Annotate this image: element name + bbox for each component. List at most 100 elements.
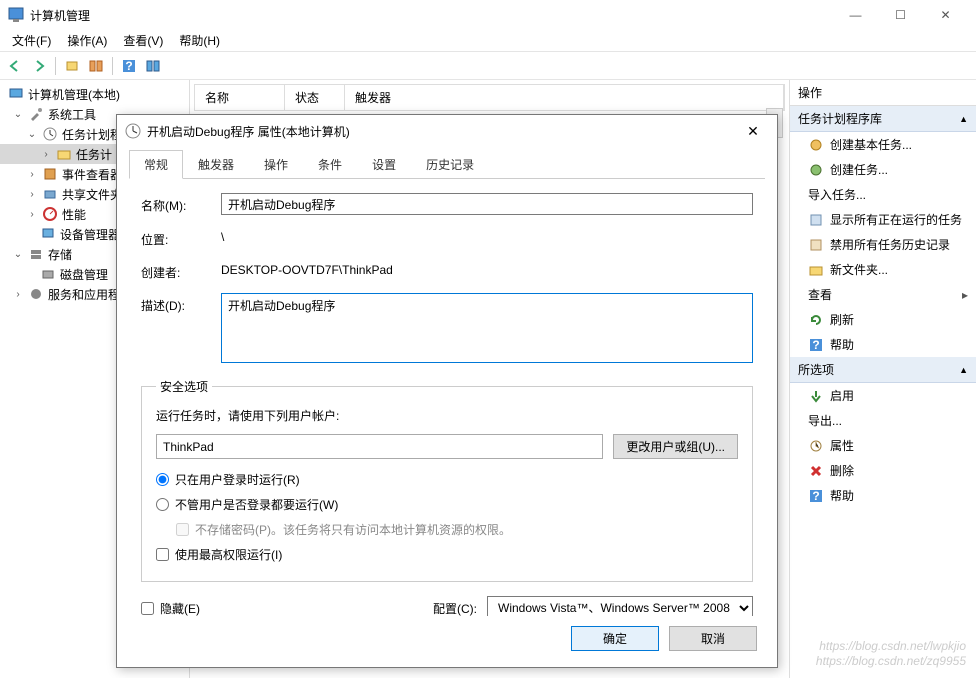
tree-root[interactable]: 计算机管理(本地) — [0, 84, 189, 104]
action-delete[interactable]: 删除 — [790, 458, 976, 483]
action-show-running[interactable]: 显示所有正在运行的任务 — [790, 207, 976, 232]
twisty-closed-icon[interactable]: › — [26, 169, 38, 180]
task-icon — [808, 137, 824, 153]
action-help-2[interactable]: ?帮助 — [790, 483, 976, 508]
services-icon — [28, 286, 44, 302]
menu-action[interactable]: 操作(A) — [59, 30, 115, 51]
tab-history[interactable]: 历史记录 — [411, 150, 489, 179]
configure-select[interactable]: Windows Vista™、Windows Server™ 2008 — [487, 596, 753, 616]
toolbar-btn-4[interactable] — [142, 55, 164, 77]
action-export[interactable]: 导出... — [790, 408, 976, 433]
toolbar-btn-1[interactable] — [61, 55, 83, 77]
label-configure: 配置(C): — [433, 600, 477, 617]
event-icon — [42, 166, 58, 182]
dialog-tabs: 常规 触发器 操作 条件 设置 历史记录 — [129, 149, 765, 179]
menu-help[interactable]: 帮助(H) — [171, 30, 228, 51]
list-header: 名称 状态 触发器 — [194, 84, 785, 111]
twisty-open-icon[interactable]: ⌄ — [26, 129, 38, 140]
action-disable-history[interactable]: 禁用所有任务历史记录 — [790, 232, 976, 257]
toolbar-forward[interactable] — [28, 55, 50, 77]
ok-button[interactable]: 确定 — [571, 626, 659, 651]
computer-icon — [8, 86, 24, 102]
chk-hidden[interactable] — [141, 602, 154, 615]
name-field[interactable] — [221, 193, 753, 215]
window-maximize[interactable]: ☐ — [878, 0, 923, 30]
security-legend: 安全选项 — [156, 378, 212, 395]
twisty-closed-icon[interactable]: › — [12, 289, 24, 300]
toolbar: ? — [0, 52, 976, 80]
radio-loggedon-row[interactable]: 只在用户登录时运行(R) — [156, 471, 738, 488]
toolbar-separator — [112, 57, 113, 75]
col-triggers[interactable]: 触发器 — [345, 85, 784, 110]
toolbar-back[interactable] — [4, 55, 26, 77]
list-icon — [808, 212, 824, 228]
description-field[interactable] — [221, 293, 753, 363]
device-icon — [40, 226, 56, 242]
creator-value: DESKTOP-OOVTD7F\ThinkPad — [221, 260, 753, 280]
clock-icon — [125, 123, 141, 139]
twisty-open-icon[interactable]: ⌄ — [12, 109, 24, 120]
clock-icon — [42, 126, 58, 142]
radio-anytime[interactable] — [156, 498, 169, 511]
dialog-title: 开机启动Debug程序 属性(本地计算机) — [147, 123, 737, 140]
tab-actions[interactable]: 操作 — [249, 150, 303, 179]
twisty-open-icon[interactable]: ⌄ — [12, 249, 24, 260]
dialog-body: 名称(M): 位置: \ 创建者: DESKTOP-OOVTD7F\ThinkP… — [117, 179, 777, 616]
runas-user-field — [156, 434, 603, 459]
actions-group-selected[interactable]: 所选项 ▲ — [790, 357, 976, 383]
twisty-closed-icon[interactable]: › — [26, 209, 38, 220]
menu-file[interactable]: 文件(F) — [4, 30, 59, 51]
chk-nopassword — [176, 523, 189, 536]
tools-icon — [28, 106, 44, 122]
twisty-closed-icon[interactable]: › — [40, 149, 52, 160]
chk-nopassword-row: 不存储密码(P)。该任务将只有访问本地计算机资源的权限。 — [176, 521, 738, 538]
label-location: 位置: — [141, 227, 221, 248]
label-description: 描述(D): — [141, 293, 221, 314]
disk-icon — [40, 266, 56, 282]
help-icon: ? — [808, 337, 824, 353]
window-minimize[interactable]: — — [833, 0, 878, 30]
action-help[interactable]: ?帮助 — [790, 332, 976, 357]
label-creator: 创建者: — [141, 260, 221, 281]
tab-settings[interactable]: 设置 — [357, 150, 411, 179]
action-enable[interactable]: 启用 — [790, 383, 976, 408]
tab-general[interactable]: 常规 — [129, 150, 183, 179]
tab-conditions[interactable]: 条件 — [303, 150, 357, 179]
chk-highest[interactable] — [156, 548, 169, 561]
dialog-close-button[interactable]: ✕ — [737, 117, 769, 145]
action-create-basic[interactable]: 创建基本任务... — [790, 132, 976, 157]
collapse-icon: ▲ — [959, 114, 968, 124]
action-create-task[interactable]: 创建任务... — [790, 157, 976, 182]
chk-highest-row[interactable]: 使用最高权限运行(I) — [156, 546, 738, 563]
change-user-button[interactable]: 更改用户或组(U)... — [613, 434, 738, 459]
window-close[interactable]: ✕ — [923, 0, 968, 30]
label-name: 名称(M): — [141, 193, 221, 214]
cancel-button[interactable]: 取消 — [669, 626, 757, 651]
toolbar-help[interactable]: ? — [118, 55, 140, 77]
radio-anytime-row[interactable]: 不管用户是否登录都要运行(W) — [156, 496, 738, 513]
action-properties[interactable]: 属性 — [790, 433, 976, 458]
dialog-titlebar[interactable]: 开机启动Debug程序 属性(本地计算机) ✕ — [117, 115, 777, 147]
toolbar-btn-2[interactable] — [85, 55, 107, 77]
storage-icon — [28, 246, 44, 262]
security-options-group: 安全选项 运行任务时，请使用下列用户帐户: 更改用户或组(U)... 只在用户登… — [141, 378, 753, 582]
col-name[interactable]: 名称 — [195, 85, 285, 110]
action-view[interactable]: 查看▸ — [790, 282, 976, 307]
tab-triggers[interactable]: 触发器 — [183, 150, 249, 179]
twisty-closed-icon[interactable]: › — [26, 189, 38, 200]
runas-label: 运行任务时，请使用下列用户帐户: — [156, 407, 738, 424]
history-icon — [808, 237, 824, 253]
action-refresh[interactable]: 刷新 — [790, 307, 976, 332]
refresh-icon — [808, 312, 824, 328]
col-status[interactable]: 状态 — [285, 85, 345, 110]
radio-loggedon[interactable] — [156, 473, 169, 486]
properties-icon — [808, 438, 824, 454]
action-new-folder[interactable]: 新文件夹... — [790, 257, 976, 282]
help-icon: ? — [808, 488, 824, 504]
collapse-icon: ▲ — [959, 365, 968, 375]
menu-view[interactable]: 查看(V) — [115, 30, 171, 51]
chk-hidden-row[interactable]: 隐藏(E) — [141, 600, 200, 617]
action-import[interactable]: 导入任务... — [790, 182, 976, 207]
task-icon — [808, 162, 824, 178]
actions-group-library[interactable]: 任务计划程序库 ▲ — [790, 106, 976, 132]
